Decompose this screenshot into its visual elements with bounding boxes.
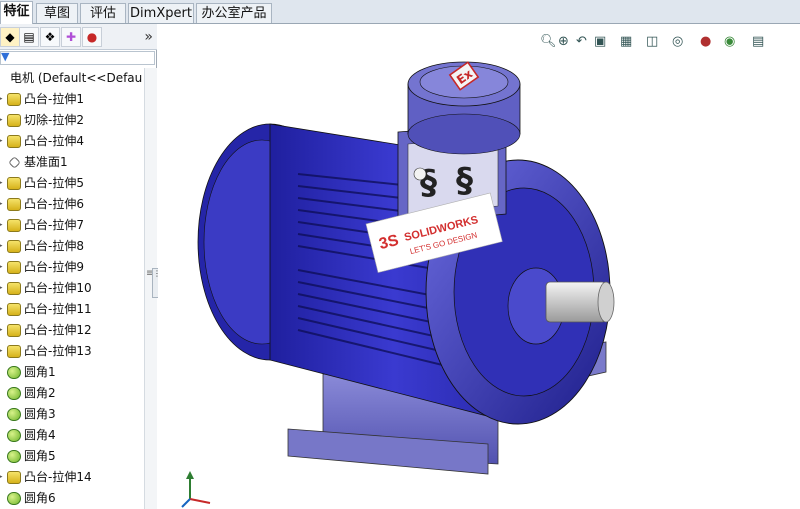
expand-icon[interactable]: ▸ xyxy=(0,278,3,299)
fillet-icon xyxy=(7,492,21,505)
feature-manager-icon[interactable]: ◆ xyxy=(0,27,20,47)
fillet-icon xyxy=(7,366,21,379)
tree-root[interactable]: 电机 (Default<<Defau xyxy=(0,68,145,88)
extrude-icon xyxy=(7,240,21,253)
tree-item[interactable]: ▸ 凸台-拉伸1 xyxy=(0,89,145,110)
extrude-icon xyxy=(7,261,21,274)
extrude-icon xyxy=(7,471,21,484)
tab-features[interactable]: 特征 xyxy=(0,1,33,24)
fillet-icon xyxy=(7,408,21,421)
property-manager-icon[interactable]: ▤ xyxy=(19,27,39,47)
view-triad-icon xyxy=(181,471,211,508)
feature-tree: 电机 (Default<<Defau ▸ 凸台-拉伸1 ▸ 切除-拉伸2 ▸ 凸台-拉… xyxy=(0,68,145,509)
dimxpert-manager-icon[interactable]: ✚ xyxy=(61,27,81,47)
tree-item[interactable]: ▸ 切除-拉伸2 xyxy=(0,110,145,131)
tree-item[interactable]: ▸ 凸台-拉伸8 xyxy=(0,236,145,257)
tree-item[interactable]: 圆角1 xyxy=(0,362,145,383)
expand-icon[interactable]: ▸ xyxy=(0,299,3,320)
extrude-icon xyxy=(7,303,21,316)
command-manager-tabs: 特征 草图 评估 DimXpert 办公室产品 xyxy=(0,0,800,24)
tree-item[interactable]: ▸ 凸台-拉伸10 xyxy=(0,278,145,299)
plane-icon xyxy=(8,156,21,169)
expand-icon[interactable]: ▸ xyxy=(0,110,3,131)
expand-icon[interactable]: ▸ xyxy=(0,341,3,362)
expand-icon[interactable]: ▸ xyxy=(0,320,3,341)
tab-sketch[interactable]: 草图 xyxy=(36,3,78,23)
extrude-icon xyxy=(7,219,21,232)
expand-icon[interactable]: ▸ xyxy=(0,215,3,236)
tree-item[interactable]: 圆角4 xyxy=(0,425,145,446)
extrude-icon xyxy=(7,345,21,358)
feature-manager-panel: ◆ ▤ ❖ ✚ ● » ▼ 电机 (Default<<Defau ▸ 凸台-拉伸1… xyxy=(0,24,157,509)
tree-item[interactable]: 圆角3 xyxy=(0,404,145,425)
graphics-area[interactable]: 🔍︎ ⊕ ↶ ▣ ▦ ◫ ◎ ● ◉ ▤ § § Ex 3S SOLIDWORK… xyxy=(158,24,800,509)
tree-item[interactable]: ▸ 凸台-拉伸9 xyxy=(0,257,145,278)
tree-item[interactable]: 圆角2 xyxy=(0,383,145,404)
fillet-icon xyxy=(7,387,21,400)
tree-item[interactable]: ▸ 凸台-拉伸4 xyxy=(0,131,145,152)
fillet-icon xyxy=(7,429,21,442)
more-chevron-icon[interactable]: » xyxy=(144,27,153,47)
tab-office-products[interactable]: 办公室产品 xyxy=(196,3,272,23)
tree-item[interactable]: ▸ 凸台-拉伸5 xyxy=(0,173,145,194)
expand-icon[interactable]: ▸ xyxy=(0,194,3,215)
expand-icon[interactable]: ▸ xyxy=(0,173,3,194)
tree-root-label: 电机 (Default<<Defau xyxy=(10,71,143,85)
tab-dimxpert[interactable]: DimXpert xyxy=(128,3,194,23)
fillet-icon xyxy=(7,450,21,463)
tree-item[interactable]: ▸ 凸台-拉伸6 xyxy=(0,194,145,215)
tree-filter[interactable]: ▼ xyxy=(0,50,155,65)
expand-icon[interactable]: ▸ xyxy=(0,236,3,257)
tree-item[interactable]: ▸ 凸台-拉伸13 xyxy=(0,341,145,362)
motor-model[interactable]: § § Ex 3S SOLIDWORKS LET'S GO DESIGN xyxy=(158,24,800,509)
extrude-icon xyxy=(7,324,21,337)
solidworks-window: 特征 草图 评估 DimXpert 办公室产品 ◆ ▤ ❖ ✚ ● » ▼ 电机… xyxy=(0,0,800,509)
tree-item[interactable]: ▸ 凸台-拉伸7 xyxy=(0,215,145,236)
tree-item[interactable]: 圆角6 xyxy=(0,488,145,509)
tree-item[interactable]: 圆角5 xyxy=(0,446,145,467)
terminal-mark-right: § xyxy=(456,161,473,201)
extrude-icon xyxy=(7,114,21,127)
extrude-icon xyxy=(7,282,21,295)
extrude-icon xyxy=(7,135,21,148)
display-manager-icon[interactable]: ● xyxy=(82,27,102,47)
panel-toolbar: ◆ ▤ ❖ ✚ ● » xyxy=(0,24,157,50)
extrude-icon xyxy=(7,198,21,211)
configuration-manager-icon[interactable]: ❖ xyxy=(40,27,60,47)
extrude-icon xyxy=(7,93,21,106)
expand-icon[interactable]: ▸ xyxy=(0,467,3,488)
tab-evaluate[interactable]: 评估 xyxy=(80,3,126,23)
tree-item[interactable]: ▸ 凸台-拉伸12 xyxy=(0,320,145,341)
tree-item[interactable]: 基准面1 xyxy=(0,152,145,173)
filter-icon: ▼ xyxy=(1,50,10,63)
extrude-icon xyxy=(7,177,21,190)
expand-icon[interactable]: ▸ xyxy=(0,131,3,152)
tree-item[interactable]: ▸ 凸台-拉伸11 xyxy=(0,299,145,320)
tree-item[interactable]: ▸ 凸台-拉伸14 xyxy=(0,467,145,488)
expand-icon[interactable]: ▸ xyxy=(0,257,3,278)
expand-icon[interactable]: ▸ xyxy=(0,89,3,110)
